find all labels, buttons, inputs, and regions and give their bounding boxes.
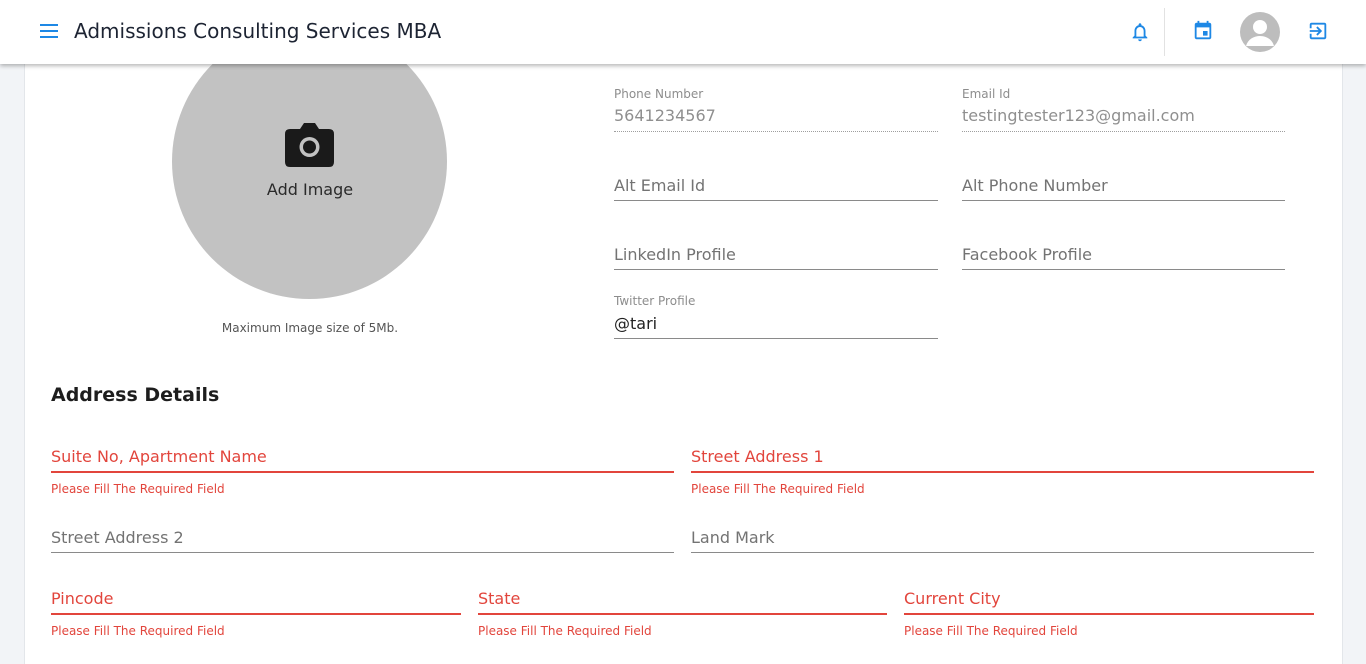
street-address-2-placeholder: Street Address 2: [51, 528, 184, 547]
pincode-error: Please Fill The Required Field: [51, 624, 225, 638]
phone-number-label: Phone Number: [614, 87, 704, 101]
current-city-underline: [904, 613, 1314, 615]
logout-icon[interactable]: [1307, 20, 1329, 42]
alt-email-underline: [614, 200, 938, 201]
alt-email-placeholder: Alt Email Id: [614, 176, 706, 195]
landmark-field[interactable]: Land Mark: [691, 528, 1314, 558]
state-error: Please Fill The Required Field: [478, 624, 652, 638]
suite-error: Please Fill The Required Field: [51, 482, 225, 496]
email-id-label: Email Id: [962, 87, 1011, 101]
state-underline: [478, 613, 887, 615]
app-title: Admissions Consulting Services MBA: [74, 19, 442, 43]
pincode-field[interactable]: Pincode Please Fill The Required Field: [51, 589, 461, 639]
pincode-placeholder: Pincode: [51, 589, 114, 608]
facebook-field[interactable]: Facebook Profile: [962, 245, 1285, 275]
top-app-bar: Admissions Consulting Services MBA: [0, 0, 1366, 64]
state-placeholder: State: [478, 589, 521, 608]
email-id-field[interactable]: Email Id testingtester123@gmail.com: [962, 87, 1285, 137]
alt-phone-placeholder: Alt Phone Number: [962, 176, 1108, 195]
suite-underline: [51, 471, 674, 473]
alt-email-field[interactable]: Alt Email Id: [614, 176, 938, 206]
street-address-2-field[interactable]: Street Address 2: [51, 528, 674, 558]
facebook-underline: [962, 269, 1285, 270]
twitter-label: Twitter Profile: [614, 294, 696, 308]
add-image-label: Add Image: [266, 180, 354, 199]
phone-number-underline: [614, 131, 938, 132]
linkedin-placeholder: LinkedIn Profile: [614, 245, 736, 264]
alt-phone-field[interactable]: Alt Phone Number: [962, 176, 1285, 206]
landmark-underline: [691, 552, 1314, 553]
email-id-underline: [962, 131, 1285, 132]
linkedin-field[interactable]: LinkedIn Profile: [614, 245, 938, 275]
twitter-value: @tari: [614, 314, 658, 333]
email-id-value: testingtester123@gmail.com: [962, 106, 1195, 125]
menu-icon[interactable]: [40, 24, 60, 40]
street-address-1-placeholder: Street Address 1: [691, 447, 824, 466]
suite-placeholder: Suite No, Apartment Name: [51, 447, 267, 466]
phone-number-field[interactable]: Phone Number 5641234567: [614, 87, 938, 137]
current-city-field[interactable]: Current City Please Fill The Required Fi…: [904, 589, 1314, 639]
twitter-underline: [614, 338, 938, 339]
account-circle-icon[interactable]: [1240, 12, 1280, 52]
alt-phone-underline: [962, 200, 1285, 201]
street-address-1-underline: [691, 471, 1314, 473]
current-city-error: Please Fill The Required Field: [904, 624, 1078, 638]
street-address-1-field[interactable]: Street Address 1 Please Fill The Require…: [691, 447, 1314, 497]
suite-field[interactable]: Suite No, Apartment Name Please Fill The…: [51, 447, 674, 497]
phone-number-value: 5641234567: [614, 106, 716, 125]
state-field[interactable]: State Please Fill The Required Field: [478, 589, 887, 639]
address-section-title: Address Details: [51, 384, 220, 406]
toolbar-divider: [1164, 8, 1165, 56]
facebook-placeholder: Facebook Profile: [962, 245, 1093, 264]
image-size-note: Maximum Image size of 5Mb.: [221, 321, 399, 335]
bell-icon[interactable]: [1129, 21, 1151, 43]
current-city-placeholder: Current City: [904, 589, 1001, 608]
camera-icon: [285, 123, 334, 167]
street-address-1-error: Please Fill The Required Field: [691, 482, 865, 496]
landmark-placeholder: Land Mark: [691, 528, 775, 547]
street-address-2-underline: [51, 552, 674, 553]
twitter-field[interactable]: Twitter Profile @tari: [614, 294, 938, 344]
calendar-icon[interactable]: [1192, 20, 1214, 42]
linkedin-underline: [614, 269, 938, 270]
pincode-underline: [51, 613, 461, 615]
